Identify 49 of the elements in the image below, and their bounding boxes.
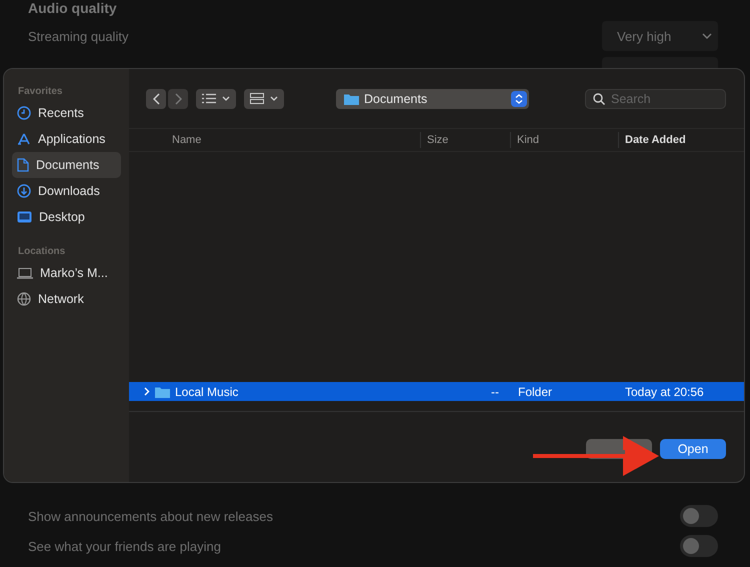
apps-icon <box>17 132 31 146</box>
column-header[interactable]: Date Added <box>619 132 744 148</box>
setting-label: Show announcements about new releases <box>28 508 273 524</box>
file-size: -- <box>491 384 499 398</box>
grid-view-button[interactable] <box>244 88 284 108</box>
section-title: Locations <box>17 245 66 259</box>
toggle-switch[interactable] <box>680 505 718 527</box>
chevron-down-icon <box>270 96 278 101</box>
search-field[interactable]: Search <box>585 88 726 108</box>
open-button[interactable]: Open <box>660 439 726 459</box>
location-popup[interactable]: Documents <box>336 88 529 108</box>
setting-label: Streaming quality <box>28 28 128 44</box>
list-view-button[interactable] <box>196 88 236 108</box>
clock-icon <box>17 106 31 120</box>
file-kind: Folder <box>518 384 552 398</box>
sidebar-item[interactable]: Marko’s M... <box>12 260 121 286</box>
stepper-icon <box>511 90 527 106</box>
sidebar-item[interactable]: Documents <box>12 152 121 178</box>
sidebar-item[interactable]: Applications <box>12 126 121 152</box>
sidebar-item[interactable]: Recents <box>12 100 121 126</box>
list-icon <box>202 93 216 104</box>
desktop-icon <box>17 211 32 223</box>
section-heading: Audio quality <box>28 0 118 16</box>
download-icon <box>17 184 31 198</box>
file-row[interactable]: Local Music -- Folder Today at 20:56 <box>129 382 744 401</box>
forward-button[interactable] <box>168 88 188 108</box>
chevron-left-icon <box>152 92 160 104</box>
chevron-down-icon <box>222 96 230 101</box>
column-header[interactable]: Size <box>421 132 511 148</box>
column-header[interactable]: Name <box>129 132 421 148</box>
column-header[interactable]: Kind <box>511 132 619 148</box>
date-added: Today at 20:56 <box>625 384 704 398</box>
file-name: Local Music <box>175 384 238 398</box>
toggle-switch[interactable] <box>680 535 718 557</box>
back-button[interactable] <box>146 88 166 108</box>
folder-icon <box>344 92 359 104</box>
sidebar-item[interactable]: Desktop <box>12 204 121 230</box>
setting-label: See what your friends are playing <box>28 538 221 554</box>
chevron-icon <box>702 33 712 39</box>
laptop-icon <box>17 268 33 278</box>
sidebar-item[interactable]: Downloads <box>12 178 121 204</box>
document-icon <box>17 158 29 172</box>
folder-icon <box>155 386 170 398</box>
grid-icon <box>250 93 264 104</box>
globe-icon <box>17 292 31 306</box>
section-title: Favorites <box>17 85 64 99</box>
sidebar-item[interactable]: Network <box>12 286 121 312</box>
search-icon <box>593 92 605 104</box>
chevron-right-icon <box>174 92 182 104</box>
